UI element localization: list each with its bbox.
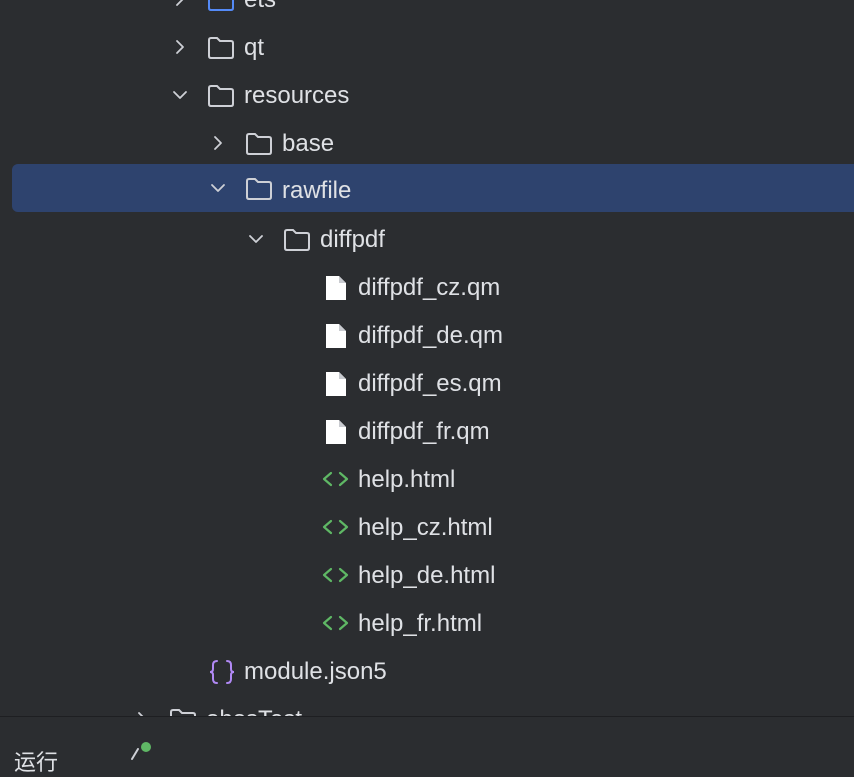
file-icon: [322, 371, 350, 397]
tree-item-resources[interactable]: resources: [0, 71, 854, 119]
chevron-right-icon[interactable]: [132, 709, 152, 716]
tree-item-module-json5[interactable]: module.json5: [0, 647, 854, 695]
tree-item-diffpdf-de-qm[interactable]: diffpdf_de.qm: [0, 311, 854, 359]
selection-highlight: [12, 164, 854, 212]
file-icon: [322, 419, 350, 445]
folder-icon: [169, 707, 197, 716]
tree-item-ohostest[interactable]: ohosTest: [0, 695, 854, 716]
tree-item-help-de-html[interactable]: help_de.html: [0, 551, 854, 599]
chevron-right-icon[interactable]: [208, 133, 228, 153]
tree-item-label: help_de.html: [358, 562, 496, 589]
html-icon: [321, 611, 349, 637]
json-icon: [208, 659, 236, 685]
tree-item-label: ohosTest: [206, 706, 302, 716]
folder-icon: [207, 35, 235, 61]
tree-item-label: diffpdf_fr.qm: [358, 418, 490, 445]
tree-item-diffpdf-es-qm[interactable]: diffpdf_es.qm: [0, 359, 854, 407]
tree-item-label: qt: [244, 34, 265, 61]
chevron-right-icon[interactable]: [170, 0, 190, 9]
tree-item-diffpdf[interactable]: diffpdf: [0, 215, 854, 263]
folder-icon: [245, 176, 273, 202]
tree-item-ets[interactable]: ets: [0, 0, 854, 23]
chevron-down-icon[interactable]: [170, 85, 190, 105]
chevron-right-icon[interactable]: [170, 37, 190, 57]
folder-icon: [245, 131, 273, 157]
tree-item-qt[interactable]: qt: [0, 23, 854, 71]
build-status-icon[interactable]: [128, 741, 158, 761]
tree-item-label: diffpdf_de.qm: [358, 322, 503, 349]
chevron-down-icon[interactable]: [246, 229, 266, 249]
tree-item-label: help.html: [358, 466, 456, 493]
html-icon: [321, 563, 349, 589]
file-icon: [322, 275, 350, 301]
tree-item-diffpdf-cz-qm[interactable]: diffpdf_cz.qm: [0, 263, 854, 311]
html-icon: [321, 467, 349, 493]
tree-item-label: ets: [244, 0, 276, 14]
project-tree: ets qt resources base: [0, 0, 854, 716]
tree-item-label: module.json5: [244, 658, 387, 685]
folder-icon: [207, 0, 235, 13]
tree-item-base[interactable]: base: [0, 119, 854, 167]
tree-item-help-cz-html[interactable]: help_cz.html: [0, 503, 854, 551]
tree-item-label: resources: [244, 82, 350, 109]
folder-icon: [283, 227, 311, 253]
bottom-tool-bar: 运行: [0, 716, 854, 775]
tree-item-rawfile[interactable]: rawfile: [0, 164, 854, 212]
tree-item-label: help_fr.html: [358, 610, 483, 637]
tree-item-label: base: [282, 130, 335, 157]
file-icon: [322, 323, 350, 349]
tree-item-diffpdf-fr-qm[interactable]: diffpdf_fr.qm: [0, 407, 854, 455]
tree-item-label: diffpdf_es.qm: [358, 370, 502, 397]
tree-item-label: help_cz.html: [358, 514, 493, 541]
html-icon: [321, 515, 349, 541]
folder-icon: [207, 83, 235, 109]
tree-item-label: rawfile: [282, 177, 352, 204]
tree-item-help-html[interactable]: help.html: [0, 455, 854, 503]
tree-item-label: diffpdf: [320, 226, 385, 253]
tree-item-help-fr-html[interactable]: help_fr.html: [0, 599, 854, 647]
chevron-down-icon[interactable]: [208, 178, 228, 198]
tree-item-label: diffpdf_cz.qm: [358, 274, 501, 301]
